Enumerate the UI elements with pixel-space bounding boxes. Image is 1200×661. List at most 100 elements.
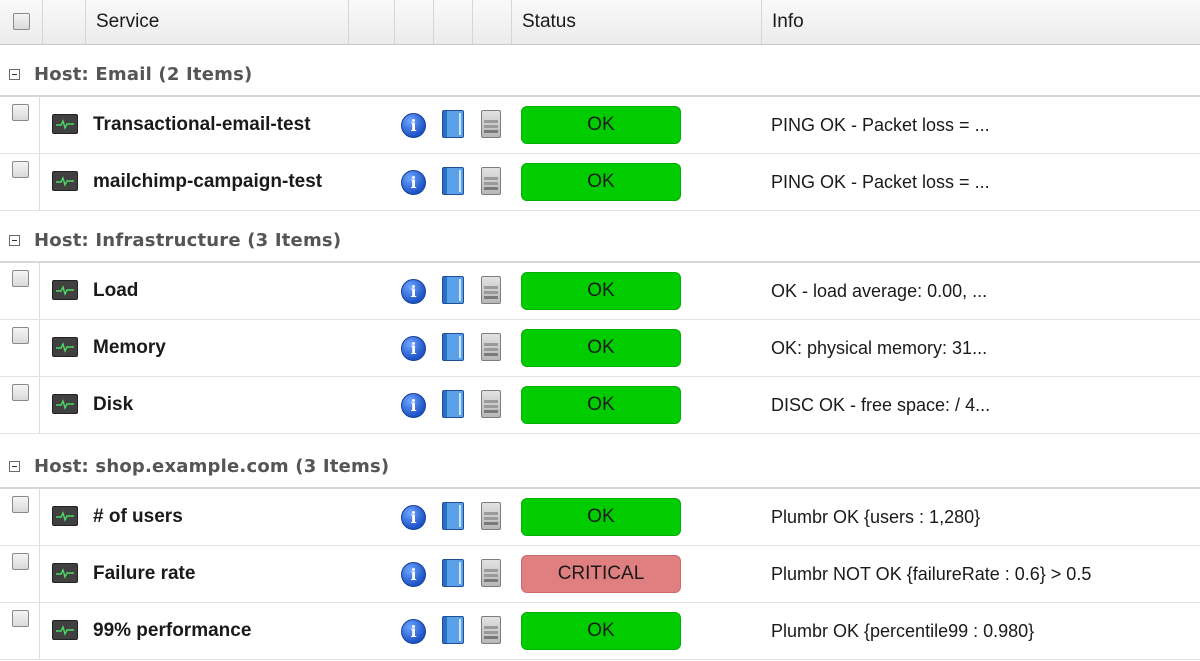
status-badge: OK xyxy=(521,163,681,201)
table-row[interactable]: Transactional-email-test i OK PING OK - … xyxy=(0,97,1200,154)
header-icon-col xyxy=(43,0,86,44)
row-select-cell xyxy=(0,489,40,545)
info-text: Plumbr OK {users : 1,280} xyxy=(771,507,981,527)
book-icon[interactable] xyxy=(442,559,464,587)
row-select-cell xyxy=(0,546,40,602)
service-name[interactable]: Failure rate xyxy=(93,546,195,602)
monitor-icon xyxy=(52,394,78,414)
table-row[interactable]: mailchimp-campaign-test i OK PING OK - P… xyxy=(0,154,1200,211)
service-name[interactable]: Transactional-email-test xyxy=(93,97,311,153)
table-row[interactable]: Load i OK OK - load average: 0.00, ... xyxy=(0,263,1200,320)
table-row[interactable]: Failure rate i CRITICAL Plumbr NOT OK {f… xyxy=(0,546,1200,603)
server-icon[interactable] xyxy=(481,502,501,530)
info-text: PING OK - Packet loss = ... xyxy=(771,172,990,192)
monitor-icon xyxy=(52,563,78,583)
collapse-icon[interactable] xyxy=(9,461,20,472)
monitor-icon xyxy=(52,114,78,134)
collapse-icon[interactable] xyxy=(9,235,20,246)
table-row[interactable]: Memory i OK OK: physical memory: 31... xyxy=(0,320,1200,377)
service-name[interactable]: mailchimp-campaign-test xyxy=(93,154,322,210)
row-select-cell xyxy=(0,320,40,376)
row-select-cell xyxy=(0,603,40,659)
monitor-icon xyxy=(52,280,78,300)
table-row[interactable]: 99% performance i OK Plumbr OK {percenti… xyxy=(0,603,1200,660)
status-badge: OK xyxy=(521,106,681,144)
group-label: Host: Email (2 Items) xyxy=(34,64,253,85)
grid-header: Service Status Info xyxy=(0,0,1200,45)
service-name[interactable]: Memory xyxy=(93,320,166,376)
info-text: Plumbr OK {percentile99 : 0.980} xyxy=(771,621,1035,641)
row-select-cell xyxy=(0,154,40,210)
info-icon[interactable]: i xyxy=(401,562,426,587)
service-name[interactable]: 99% performance xyxy=(93,603,251,659)
row-checkbox[interactable] xyxy=(12,610,29,627)
book-icon[interactable] xyxy=(442,333,464,361)
info-text: DISC OK - free space: / 4... xyxy=(771,395,991,415)
group-header-email[interactable]: Host: Email (2 Items) xyxy=(0,55,1200,97)
info-icon[interactable]: i xyxy=(401,170,426,195)
monitor-icon xyxy=(52,337,78,357)
server-icon[interactable] xyxy=(481,167,501,195)
group-header-infrastructure[interactable]: Host: Infrastructure (3 Items) xyxy=(0,221,1200,263)
book-icon[interactable] xyxy=(442,167,464,195)
info-text: Plumbr NOT OK {failureRate : 0.6} > 0.5 xyxy=(771,564,1092,584)
row-checkbox[interactable] xyxy=(12,496,29,513)
server-icon[interactable] xyxy=(481,616,501,644)
row-checkbox[interactable] xyxy=(12,104,29,121)
table-row[interactable]: # of users i OK Plumbr OK {users : 1,280… xyxy=(0,489,1200,546)
monitor-icon xyxy=(52,171,78,191)
service-grid: Service Status Info Host: Email (2 Items… xyxy=(0,0,1200,661)
header-service[interactable]: Service xyxy=(86,0,349,44)
book-icon[interactable] xyxy=(442,502,464,530)
header-status[interactable]: Status xyxy=(512,0,762,44)
info-icon[interactable]: i xyxy=(401,393,426,418)
info-text: OK: physical memory: 31... xyxy=(771,338,988,358)
status-badge: OK xyxy=(521,272,681,310)
status-badge: OK xyxy=(521,329,681,367)
book-icon[interactable] xyxy=(442,276,464,304)
book-icon[interactable] xyxy=(442,390,464,418)
server-icon[interactable] xyxy=(481,390,501,418)
status-badge: OK xyxy=(521,612,681,650)
info-icon[interactable]: i xyxy=(401,336,426,361)
row-select-cell xyxy=(0,97,40,153)
header-col-a xyxy=(349,0,395,44)
book-icon[interactable] xyxy=(442,110,464,138)
info-icon[interactable]: i xyxy=(401,113,426,138)
select-all-checkbox[interactable] xyxy=(13,13,30,30)
info-text: OK - load average: 0.00, ... xyxy=(771,281,988,301)
service-name[interactable]: # of users xyxy=(93,489,183,545)
header-select-cell xyxy=(0,0,43,44)
server-icon[interactable] xyxy=(481,559,501,587)
header-col-d xyxy=(473,0,512,44)
server-icon[interactable] xyxy=(481,333,501,361)
book-icon[interactable] xyxy=(442,616,464,644)
status-badge: OK xyxy=(521,386,681,424)
service-name[interactable]: Load xyxy=(93,263,138,319)
status-badge: CRITICAL xyxy=(521,555,681,593)
info-text: PING OK - Packet loss = ... xyxy=(771,115,990,135)
server-icon[interactable] xyxy=(481,276,501,304)
group-label: Host: Infrastructure (3 Items) xyxy=(34,230,342,251)
group-header-shop[interactable]: Host: shop.example.com (3 Items) xyxy=(0,447,1200,489)
header-info[interactable]: Info xyxy=(762,0,1200,44)
table-row[interactable]: Disk i OK DISC OK - free space: / 4... xyxy=(0,377,1200,434)
service-name[interactable]: Disk xyxy=(93,377,133,433)
row-checkbox[interactable] xyxy=(12,553,29,570)
info-icon[interactable]: i xyxy=(401,619,426,644)
header-col-c xyxy=(434,0,473,44)
row-checkbox[interactable] xyxy=(12,161,29,178)
monitor-icon xyxy=(52,620,78,640)
server-icon[interactable] xyxy=(481,110,501,138)
row-checkbox[interactable] xyxy=(12,327,29,344)
row-select-cell xyxy=(0,263,40,319)
info-icon[interactable]: i xyxy=(401,279,426,304)
row-select-cell xyxy=(0,377,40,433)
row-checkbox[interactable] xyxy=(12,270,29,287)
info-icon[interactable]: i xyxy=(401,505,426,530)
status-badge: OK xyxy=(521,498,681,536)
monitor-icon xyxy=(52,506,78,526)
collapse-icon[interactable] xyxy=(9,69,20,80)
header-col-b xyxy=(395,0,434,44)
row-checkbox[interactable] xyxy=(12,384,29,401)
